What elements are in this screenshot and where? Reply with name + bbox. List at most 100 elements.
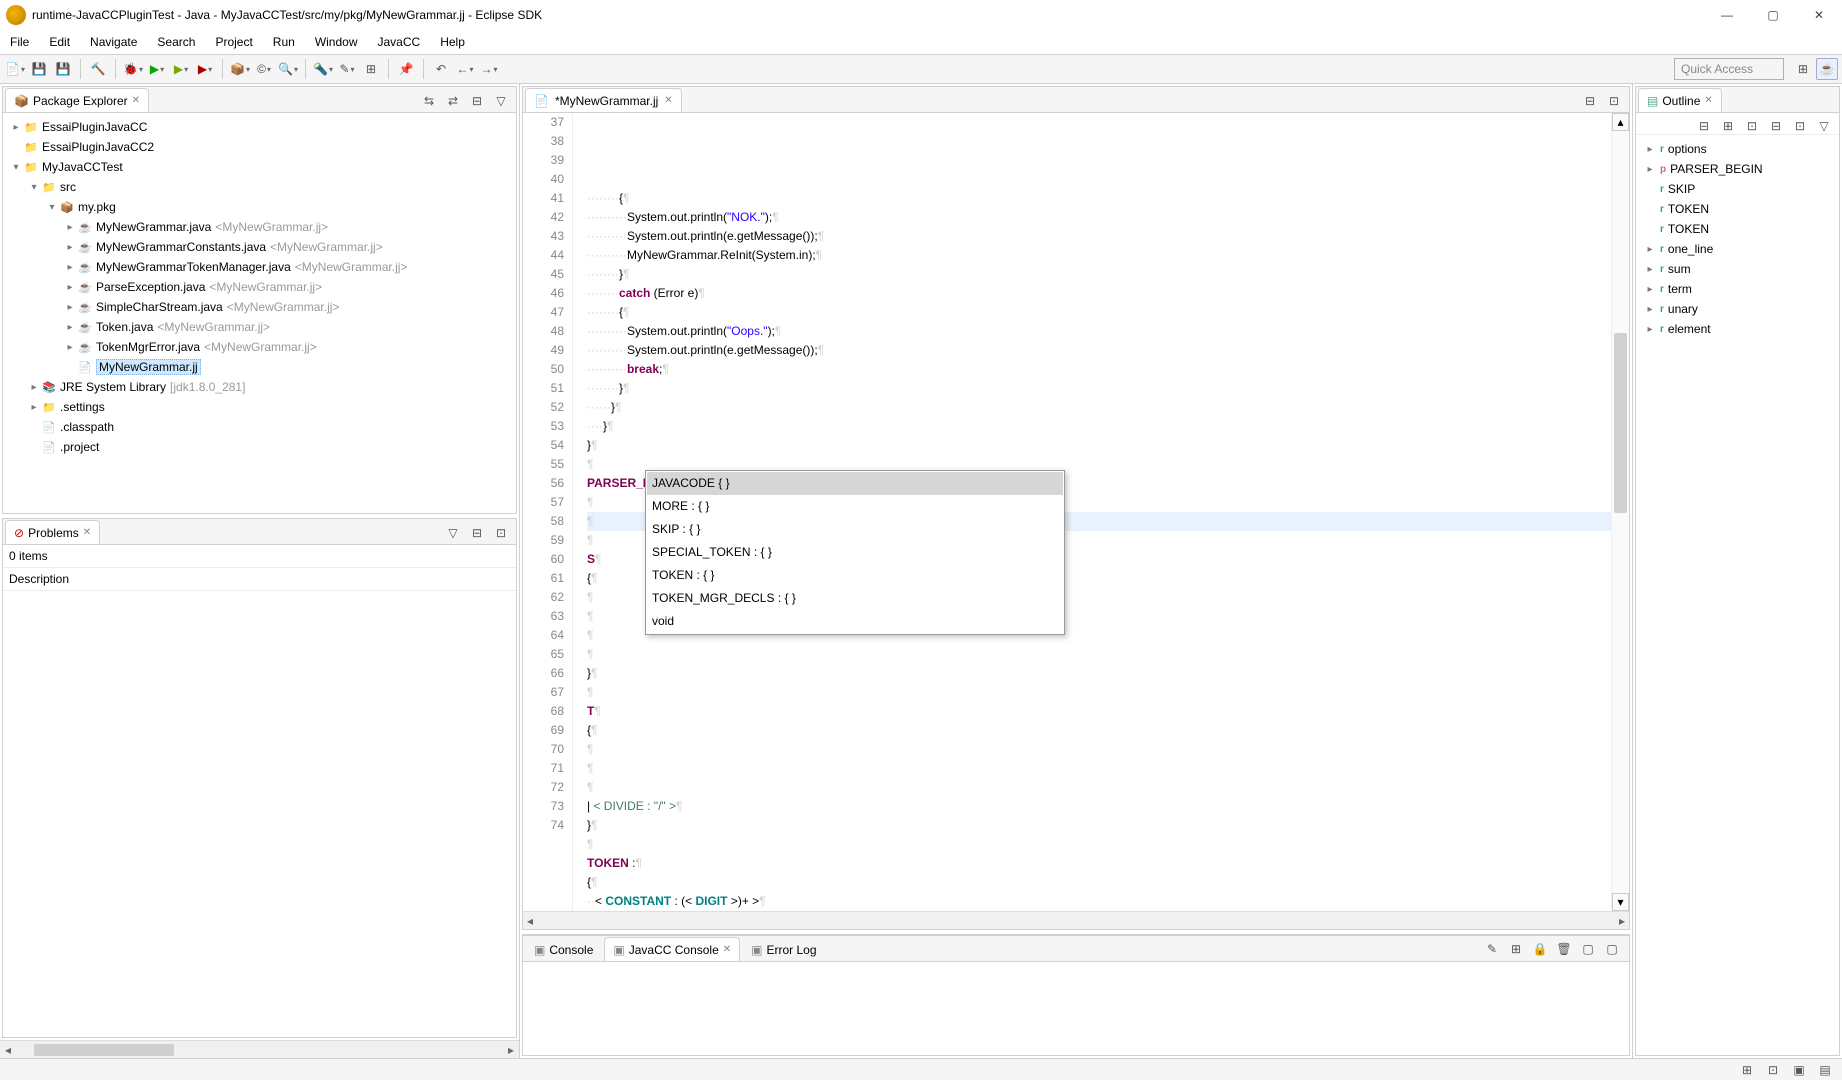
minimize-button[interactable]: —: [1704, 0, 1750, 30]
menu-help[interactable]: Help: [430, 30, 475, 54]
expand-icon[interactable]: ▸: [1644, 284, 1656, 295]
status-icon[interactable]: ⊞: [1736, 1059, 1758, 1081]
view-menu-button[interactable]: ▽: [490, 90, 512, 112]
pin-console-button[interactable]: ✎: [1481, 938, 1503, 960]
menu-run[interactable]: Run: [263, 30, 305, 54]
status-icon[interactable]: ▤: [1814, 1059, 1836, 1081]
outline-body[interactable]: ▸roptions▸pPARSER_BEGINrSKIPrTOKENrTOKEN…: [1636, 135, 1839, 1055]
code-line[interactable]: }¶: [587, 664, 1629, 683]
code-line[interactable]: ··< CONSTANT : (< DIGIT >)+ >¶: [587, 892, 1629, 911]
forward-button[interactable]: →: [478, 58, 500, 80]
scroll-lock-button[interactable]: 🔒: [1529, 938, 1551, 960]
expand-icon[interactable]: ▸: [63, 322, 77, 333]
tree-item[interactable]: ▸☕ParseException.java<MyNewGrammar.jj>: [5, 277, 514, 297]
close-icon[interactable]: ✕: [1704, 95, 1712, 106]
code-line[interactable]: ¶: [587, 835, 1629, 854]
expand-icon[interactable]: ▸: [63, 282, 77, 293]
new-class-button[interactable]: ©: [253, 58, 275, 80]
expand-icon[interactable]: ▸: [1644, 264, 1656, 275]
pin-editor-button[interactable]: 📌: [395, 58, 417, 80]
build-button[interactable]: 🔨: [87, 58, 109, 80]
minimize-icon[interactable]: ⊟: [1579, 90, 1601, 112]
scroll-right-icon[interactable]: ▸: [503, 1043, 519, 1057]
left-horizontal-scrollbar[interactable]: ◂ ▸: [0, 1040, 519, 1058]
collapse-all-button[interactable]: ⇆: [418, 90, 440, 112]
code-line[interactable]: ··········System.out.println("Oops.");¶: [587, 322, 1629, 341]
completion-item[interactable]: MORE : { }: [647, 495, 1063, 518]
outline-item[interactable]: ▸runary: [1638, 299, 1837, 319]
last-edit-button[interactable]: ↶: [430, 58, 452, 80]
tree-item[interactable]: 📄.classpath: [5, 417, 514, 437]
code-line[interactable]: {¶: [587, 721, 1629, 740]
sort-button[interactable]: ⊟: [1693, 115, 1715, 137]
menu-navigate[interactable]: Navigate: [80, 30, 147, 54]
debug-button[interactable]: 🐞: [122, 58, 144, 80]
editor-horizontal-scrollbar[interactable]: ◂ ▸: [523, 911, 1629, 929]
close-button[interactable]: ✕: [1796, 0, 1842, 30]
overview-ruler[interactable]: ▴ ▾: [1611, 113, 1629, 911]
code-line[interactable]: ········}¶: [587, 379, 1629, 398]
expand-icon[interactable]: ▸: [1644, 304, 1656, 315]
menu-search[interactable]: Search: [147, 30, 205, 54]
display-button[interactable]: ⊞: [1505, 938, 1527, 960]
open-perspective-button[interactable]: ⊞: [1792, 58, 1814, 80]
code-line[interactable]: ····}¶: [587, 417, 1629, 436]
minimize-icon[interactable]: ⊟: [466, 522, 488, 544]
code-line[interactable]: ··········System.out.println(e.getMessag…: [587, 227, 1629, 246]
scroll-up-icon[interactable]: ▴: [1612, 113, 1629, 131]
focus-button[interactable]: ⊟: [466, 90, 488, 112]
completion-item[interactable]: JAVACODE { }: [647, 472, 1063, 495]
bottom-tab[interactable]: ▣Console: [525, 937, 602, 961]
expand-icon[interactable]: ▾: [27, 182, 41, 193]
expand-icon[interactable]: ▸: [1644, 324, 1656, 335]
scroll-down-icon[interactable]: ▾: [1612, 893, 1629, 911]
code-line[interactable]: }¶: [587, 816, 1629, 835]
outline-item[interactable]: ▸rterm: [1638, 279, 1837, 299]
bottom-tab[interactable]: ▣JavaCC Console✕: [604, 937, 740, 961]
tree-item[interactable]: 📁EssaiPluginJavaCC2: [5, 137, 514, 157]
tree-item[interactable]: ▸☕MyNewGrammarTokenManager.java<MyNewGra…: [5, 257, 514, 277]
run-button[interactable]: ▶: [146, 58, 168, 80]
tree-item[interactable]: ▾📁src: [5, 177, 514, 197]
view-menu-button[interactable]: ▽: [442, 522, 464, 544]
open-type-button[interactable]: 🔍: [277, 58, 299, 80]
code-line[interactable]: ········}¶: [587, 265, 1629, 284]
code-line[interactable]: ¶: [587, 740, 1629, 759]
bottom-tab[interactable]: ▣Error Log: [742, 937, 825, 961]
close-icon[interactable]: ✕: [664, 95, 672, 106]
problems-tab[interactable]: ⊘ Problems ✕: [5, 520, 100, 544]
close-icon[interactable]: ✕: [83, 527, 91, 538]
code-line[interactable]: ¶: [587, 683, 1629, 702]
problems-column-description[interactable]: Description: [3, 568, 516, 591]
console-body[interactable]: [523, 961, 1629, 1055]
expand-icon[interactable]: ▸: [27, 382, 41, 393]
coverage-button[interactable]: ▶: [170, 58, 192, 80]
ext-tools-button[interactable]: ▶: [194, 58, 216, 80]
code-area[interactable]: JAVACODE { }MORE : { }SKIP : { }SPECIAL_…: [587, 113, 1629, 911]
scroll-thumb[interactable]: [1614, 333, 1627, 513]
outline-item[interactable]: ▸relement: [1638, 319, 1837, 339]
completion-item[interactable]: TOKEN_MGR_DECLS : { }: [647, 587, 1063, 610]
tree-item[interactable]: ▸☕TokenMgrError.java<MyNewGrammar.jj>: [5, 337, 514, 357]
code-line[interactable]: ········{¶: [587, 303, 1629, 322]
code-line[interactable]: ········{¶: [587, 189, 1629, 208]
tree-item[interactable]: ▸☕MyNewGrammarConstants.java<MyNewGramma…: [5, 237, 514, 257]
package-explorer-body[interactable]: ▸📁EssaiPluginJavaCC📁EssaiPluginJavaCC2 ▾📁…: [3, 113, 516, 513]
content-assist-popup[interactable]: JAVACODE { }MORE : { }SKIP : { }SPECIAL_…: [645, 470, 1065, 635]
tree-item[interactable]: ▸📁EssaiPluginJavaCC: [5, 117, 514, 137]
outline-item[interactable]: ▸pPARSER_BEGIN: [1638, 159, 1837, 179]
completion-item[interactable]: void: [647, 610, 1063, 633]
view-menu-button[interactable]: ▽: [1813, 115, 1835, 137]
outline-item[interactable]: rTOKEN: [1638, 199, 1837, 219]
expand-icon[interactable]: ▸: [63, 342, 77, 353]
tree-item[interactable]: 📄.project: [5, 437, 514, 457]
maximize-icon[interactable]: ⊡: [1603, 90, 1625, 112]
expand-icon[interactable]: ▸: [27, 402, 41, 413]
code-line[interactable]: T¶: [587, 702, 1629, 721]
new-button[interactable]: 📄: [4, 58, 26, 80]
menu-project[interactable]: Project: [205, 30, 262, 54]
folding-gutter[interactable]: [573, 113, 587, 911]
search-button[interactable]: 🔦: [312, 58, 334, 80]
filter-button[interactable]: ⊡: [1789, 115, 1811, 137]
expand-icon[interactable]: ▸: [63, 302, 77, 313]
